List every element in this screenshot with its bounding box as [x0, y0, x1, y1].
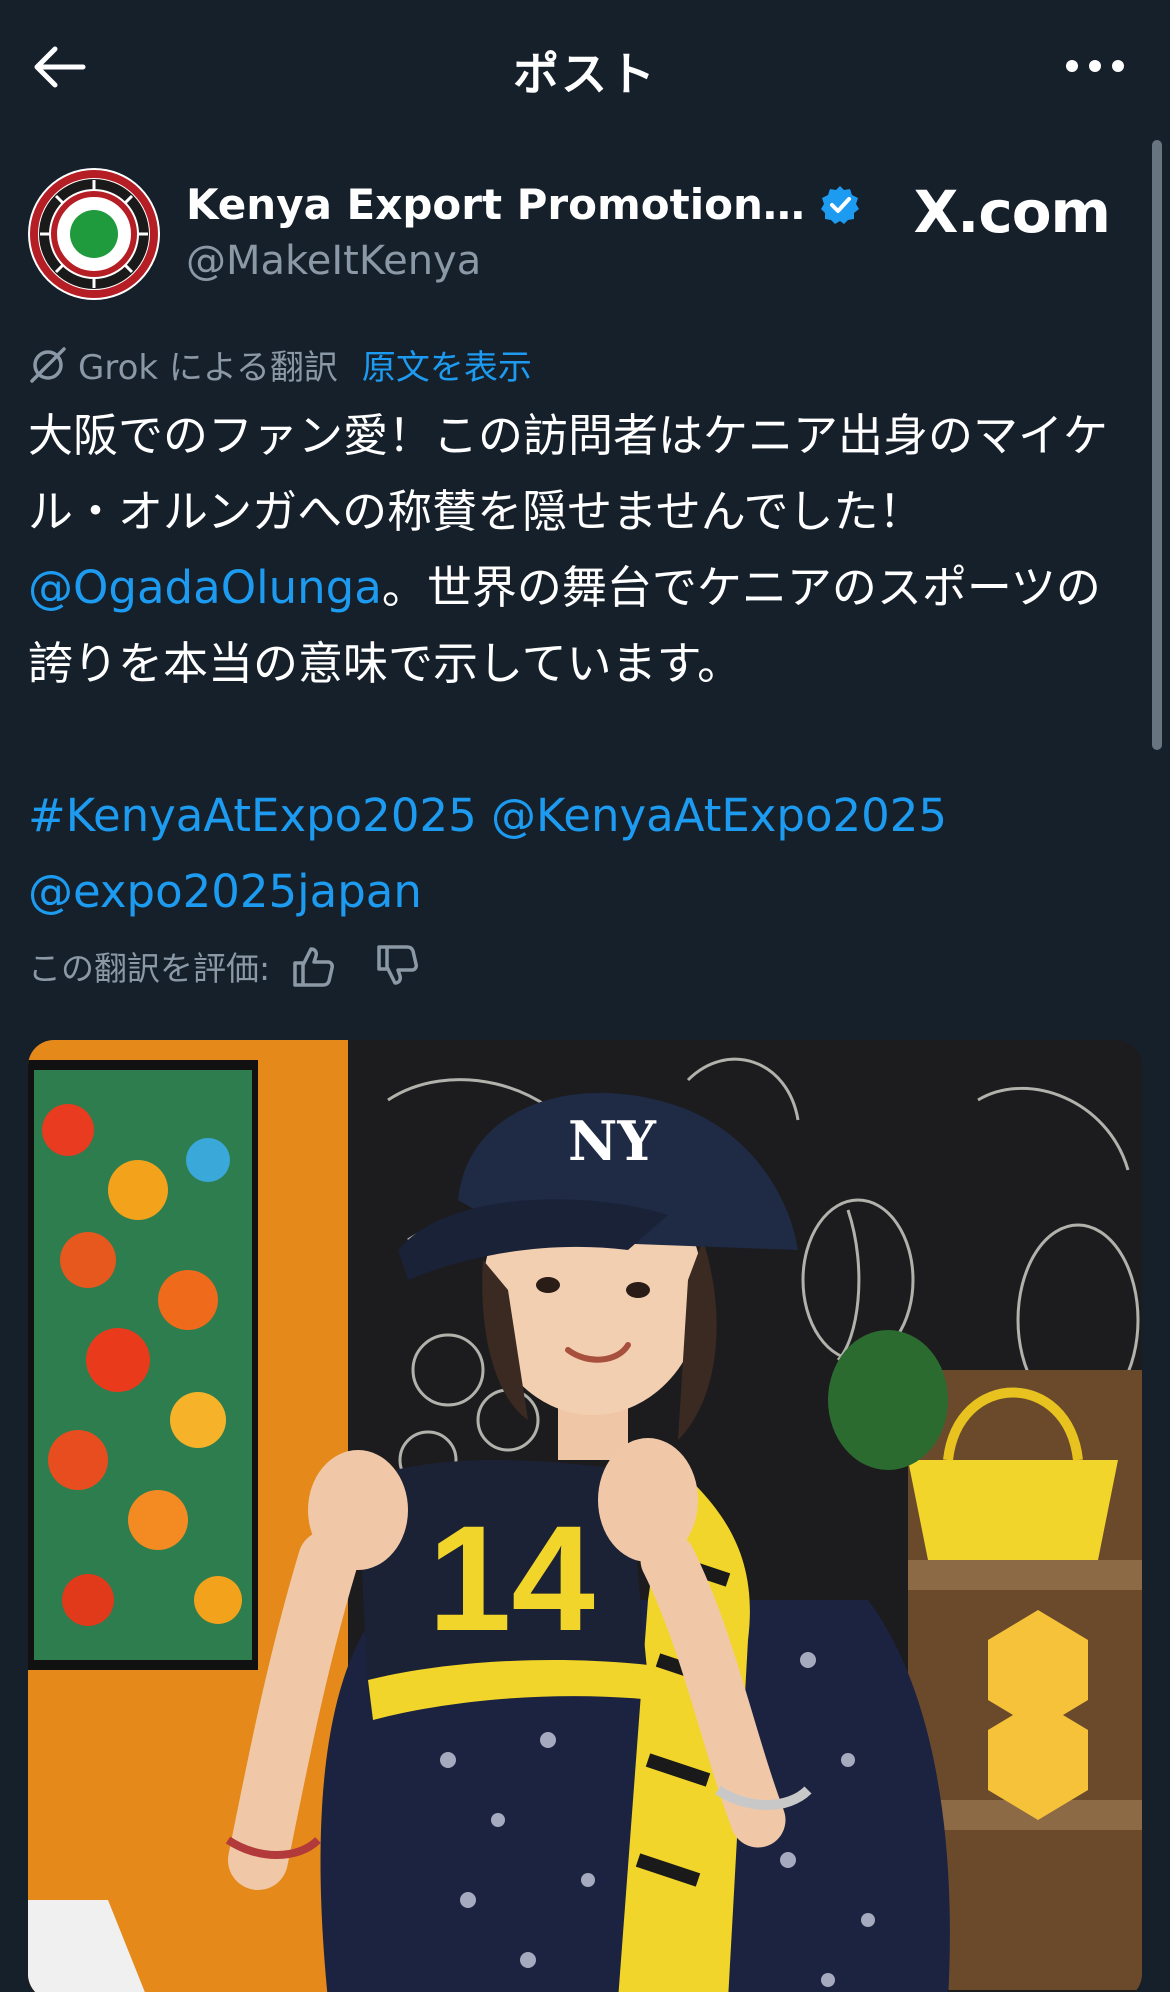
thumbs-down-icon[interactable]	[374, 943, 420, 989]
post-text-line: 大阪でのファン愛！この訪問者はケニア出身のマイケル・オルンガへの称賛を隠せません…	[28, 409, 1109, 538]
translated-by-label: Grok による翻訳	[78, 348, 338, 388]
mention-link[interactable]: @KenyaAtExpo2025	[491, 789, 947, 842]
post-paragraph: 大阪でのファン愛！この訪問者はケニア出身のマイケル・オルンガへの称賛を隠せません…	[28, 398, 1143, 702]
more-horizontal-icon	[1066, 60, 1124, 72]
post-media[interactable]: NY 14	[28, 1040, 1142, 1992]
post-tags: #KenyaAtExpo2025 @KenyaAtExpo2025 @expo2…	[28, 778, 1143, 930]
thumbs-up-icon[interactable]	[290, 943, 336, 989]
kenya-emblem-icon	[30, 170, 158, 298]
hashtag-link[interactable]: #KenyaAtExpo2025	[28, 789, 477, 842]
media-photo: NY 14	[28, 1040, 1142, 1992]
rate-translation-label: この翻訳を評価:	[28, 949, 271, 988]
grok-icon	[30, 346, 66, 383]
show-original-link[interactable]: 原文を表示	[362, 340, 532, 389]
scrollbar[interactable]	[1152, 140, 1162, 750]
rate-translation: この翻訳を評価:	[28, 942, 420, 990]
author-handle[interactable]: @MakeItKenya	[186, 238, 481, 284]
site-badge: X.com	[913, 178, 1111, 246]
more-options-button[interactable]	[1060, 46, 1130, 86]
page-title: ポスト	[513, 47, 657, 101]
post-author: Kenya Export Promotion… @MakeItKenya X.c…	[28, 168, 1128, 303]
post-text: 大阪でのファン愛！この訪問者はケニア出身のマイケル・オルンガへの称賛を隠せません…	[28, 398, 1143, 930]
author-name-row: Kenya Export Promotion…	[186, 180, 861, 229]
top-bar: ポスト	[0, 0, 1170, 130]
author-name[interactable]: Kenya Export Promotion…	[186, 180, 805, 229]
translation-info: Grok による翻訳 原文を表示	[28, 340, 532, 389]
verified-badge-icon	[820, 185, 859, 224]
jersey-number: 14	[428, 1494, 595, 1662]
avatar[interactable]	[28, 168, 160, 300]
svg-text:NY: NY	[568, 1109, 657, 1173]
mention-link[interactable]: @expo2025japan	[28, 865, 422, 918]
post-detail-screen: ポスト Kenya Export Promotion… @MakeItKenya…	[0, 0, 1170, 1992]
mention-link[interactable]: @OgadaOlunga	[28, 561, 382, 614]
